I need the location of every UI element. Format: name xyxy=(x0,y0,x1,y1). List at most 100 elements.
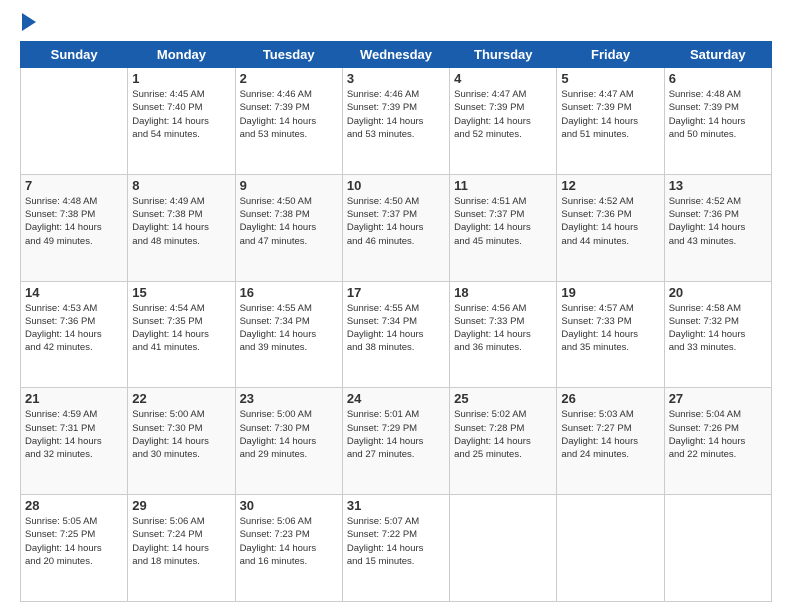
day-number: 27 xyxy=(669,391,767,406)
week-row-1: 1Sunrise: 4:45 AM Sunset: 7:40 PM Daylig… xyxy=(21,68,772,175)
day-number: 22 xyxy=(132,391,230,406)
day-number: 26 xyxy=(561,391,659,406)
day-number: 17 xyxy=(347,285,445,300)
col-header-friday: Friday xyxy=(557,42,664,68)
day-number: 1 xyxy=(132,71,230,86)
col-header-wednesday: Wednesday xyxy=(342,42,449,68)
day-info: Sunrise: 5:05 AM Sunset: 7:25 PM Dayligh… xyxy=(25,515,123,568)
logo xyxy=(20,15,36,31)
day-number: 20 xyxy=(669,285,767,300)
header xyxy=(20,15,772,31)
day-number: 3 xyxy=(347,71,445,86)
day-number: 31 xyxy=(347,498,445,513)
day-info: Sunrise: 5:07 AM Sunset: 7:22 PM Dayligh… xyxy=(347,515,445,568)
header-row: SundayMondayTuesdayWednesdayThursdayFrid… xyxy=(21,42,772,68)
day-info: Sunrise: 4:55 AM Sunset: 7:34 PM Dayligh… xyxy=(347,302,445,355)
day-info: Sunrise: 5:06 AM Sunset: 7:23 PM Dayligh… xyxy=(240,515,338,568)
day-number: 29 xyxy=(132,498,230,513)
day-cell: 23 Sunrise: 5:00 AM Sunset: 7:30 PM Dayli… xyxy=(235,388,342,495)
day-info: Sunrise: 4:50 AM Sunset: 7:37 PM Dayligh… xyxy=(347,195,445,248)
col-header-saturday: Saturday xyxy=(664,42,771,68)
day-number: 11 xyxy=(454,178,552,193)
col-header-sunday: Sunday xyxy=(21,42,128,68)
day-cell: 25 Sunrise: 5:02 AM Sunset: 7:28 PM Dayli… xyxy=(450,388,557,495)
page: SundayMondayTuesdayWednesdayThursdayFrid… xyxy=(0,0,792,612)
day-number: 21 xyxy=(25,391,123,406)
day-number: 4 xyxy=(454,71,552,86)
day-cell: 2 Sunrise: 4:46 AM Sunset: 7:39 PM Daylig… xyxy=(235,68,342,175)
day-number: 7 xyxy=(25,178,123,193)
day-cell: 10 Sunrise: 4:50 AM Sunset: 7:37 PM Dayli… xyxy=(342,174,449,281)
day-number: 10 xyxy=(347,178,445,193)
day-info: Sunrise: 4:55 AM Sunset: 7:34 PM Dayligh… xyxy=(240,302,338,355)
day-cell: 14 Sunrise: 4:53 AM Sunset: 7:36 PM Dayli… xyxy=(21,281,128,388)
day-cell: 5Sunrise: 4:47 AM Sunset: 7:39 PM Daylig… xyxy=(557,68,664,175)
day-info: Sunrise: 5:04 AM Sunset: 7:26 PM Dayligh… xyxy=(669,408,767,461)
day-cell: 22 Sunrise: 5:00 AM Sunset: 7:30 PM Dayli… xyxy=(128,388,235,495)
day-info: Sunrise: 4:50 AM Sunset: 7:38 PM Dayligh… xyxy=(240,195,338,248)
day-number: 9 xyxy=(240,178,338,193)
day-info: Sunrise: 4:46 AM Sunset: 7:39 PM Dayligh… xyxy=(347,88,445,141)
day-cell: 11Sunrise: 4:51 AM Sunset: 7:37 PM Dayli… xyxy=(450,174,557,281)
day-cell: 17 Sunrise: 4:55 AM Sunset: 7:34 PM Dayli… xyxy=(342,281,449,388)
day-cell: 1Sunrise: 4:45 AM Sunset: 7:40 PM Daylig… xyxy=(128,68,235,175)
day-cell: 21Sunrise: 4:59 AM Sunset: 7:31 PM Dayli… xyxy=(21,388,128,495)
day-cell: 3 Sunrise: 4:46 AM Sunset: 7:39 PM Daylig… xyxy=(342,68,449,175)
day-number: 13 xyxy=(669,178,767,193)
day-cell xyxy=(21,68,128,175)
day-number: 23 xyxy=(240,391,338,406)
day-number: 30 xyxy=(240,498,338,513)
day-cell: 24Sunrise: 5:01 AM Sunset: 7:29 PM Dayli… xyxy=(342,388,449,495)
calendar: SundayMondayTuesdayWednesdayThursdayFrid… xyxy=(20,41,772,602)
day-number: 28 xyxy=(25,498,123,513)
day-cell: 30 Sunrise: 5:06 AM Sunset: 7:23 PM Dayli… xyxy=(235,495,342,602)
day-info: Sunrise: 4:53 AM Sunset: 7:36 PM Dayligh… xyxy=(25,302,123,355)
day-info: Sunrise: 5:00 AM Sunset: 7:30 PM Dayligh… xyxy=(240,408,338,461)
day-cell: 15 Sunrise: 4:54 AM Sunset: 7:35 PM Dayli… xyxy=(128,281,235,388)
day-cell: 7 Sunrise: 4:48 AM Sunset: 7:38 PM Daylig… xyxy=(21,174,128,281)
day-info: Sunrise: 4:49 AM Sunset: 7:38 PM Dayligh… xyxy=(132,195,230,248)
week-row-3: 14 Sunrise: 4:53 AM Sunset: 7:36 PM Dayli… xyxy=(21,281,772,388)
day-info: Sunrise: 5:06 AM Sunset: 7:24 PM Dayligh… xyxy=(132,515,230,568)
day-info: Sunrise: 5:03 AM Sunset: 7:27 PM Dayligh… xyxy=(561,408,659,461)
day-cell: 26 Sunrise: 5:03 AM Sunset: 7:27 PM Dayli… xyxy=(557,388,664,495)
day-cell: 27 Sunrise: 5:04 AM Sunset: 7:26 PM Dayli… xyxy=(664,388,771,495)
day-info: Sunrise: 4:56 AM Sunset: 7:33 PM Dayligh… xyxy=(454,302,552,355)
week-row-5: 28 Sunrise: 5:05 AM Sunset: 7:25 PM Dayli… xyxy=(21,495,772,602)
day-cell: 6Sunrise: 4:48 AM Sunset: 7:39 PM Daylig… xyxy=(664,68,771,175)
day-cell: 28 Sunrise: 5:05 AM Sunset: 7:25 PM Dayli… xyxy=(21,495,128,602)
day-number: 2 xyxy=(240,71,338,86)
day-info: Sunrise: 5:01 AM Sunset: 7:29 PM Dayligh… xyxy=(347,408,445,461)
day-number: 19 xyxy=(561,285,659,300)
day-cell: 8Sunrise: 4:49 AM Sunset: 7:38 PM Daylig… xyxy=(128,174,235,281)
col-header-thursday: Thursday xyxy=(450,42,557,68)
day-info: Sunrise: 5:00 AM Sunset: 7:30 PM Dayligh… xyxy=(132,408,230,461)
day-cell: 29 Sunrise: 5:06 AM Sunset: 7:24 PM Dayli… xyxy=(128,495,235,602)
day-info: Sunrise: 4:47 AM Sunset: 7:39 PM Dayligh… xyxy=(561,88,659,141)
day-number: 14 xyxy=(25,285,123,300)
day-info: Sunrise: 4:46 AM Sunset: 7:39 PM Dayligh… xyxy=(240,88,338,141)
day-info: Sunrise: 4:57 AM Sunset: 7:33 PM Dayligh… xyxy=(561,302,659,355)
day-cell xyxy=(664,495,771,602)
day-cell: 4Sunrise: 4:47 AM Sunset: 7:39 PM Daylig… xyxy=(450,68,557,175)
day-cell: 19 Sunrise: 4:57 AM Sunset: 7:33 PM Dayli… xyxy=(557,281,664,388)
day-number: 16 xyxy=(240,285,338,300)
logo-text xyxy=(20,15,36,31)
day-info: Sunrise: 4:48 AM Sunset: 7:38 PM Dayligh… xyxy=(25,195,123,248)
day-cell xyxy=(450,495,557,602)
day-info: Sunrise: 4:54 AM Sunset: 7:35 PM Dayligh… xyxy=(132,302,230,355)
day-info: Sunrise: 4:52 AM Sunset: 7:36 PM Dayligh… xyxy=(669,195,767,248)
day-cell: 12 Sunrise: 4:52 AM Sunset: 7:36 PM Dayli… xyxy=(557,174,664,281)
day-cell: 20Sunrise: 4:58 AM Sunset: 7:32 PM Dayli… xyxy=(664,281,771,388)
day-info: Sunrise: 4:52 AM Sunset: 7:36 PM Dayligh… xyxy=(561,195,659,248)
day-info: Sunrise: 5:02 AM Sunset: 7:28 PM Dayligh… xyxy=(454,408,552,461)
day-number: 18 xyxy=(454,285,552,300)
day-number: 25 xyxy=(454,391,552,406)
day-number: 15 xyxy=(132,285,230,300)
day-number: 12 xyxy=(561,178,659,193)
logo-arrow-icon xyxy=(22,13,36,31)
day-cell: 9 Sunrise: 4:50 AM Sunset: 7:38 PM Daylig… xyxy=(235,174,342,281)
day-cell: 13 Sunrise: 4:52 AM Sunset: 7:36 PM Dayli… xyxy=(664,174,771,281)
day-cell: 18 Sunrise: 4:56 AM Sunset: 7:33 PM Dayli… xyxy=(450,281,557,388)
col-header-monday: Monday xyxy=(128,42,235,68)
